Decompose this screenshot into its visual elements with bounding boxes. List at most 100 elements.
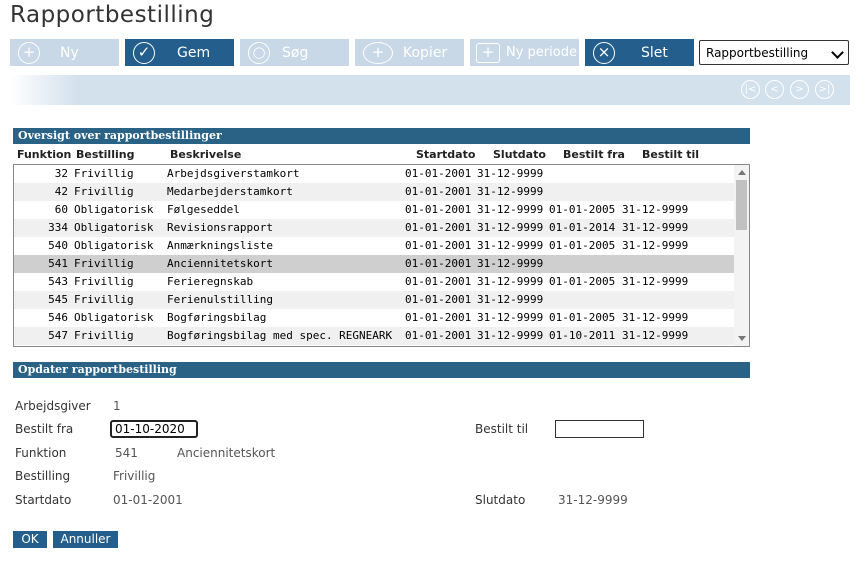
update-form-header: Opdater rapportbestilling bbox=[13, 362, 750, 378]
scroll-thumb[interactable] bbox=[736, 180, 747, 230]
ok-button[interactable]: OK bbox=[13, 531, 47, 548]
cell-bestilt-fra: 01-01-2005 bbox=[549, 275, 616, 288]
delete-icon: × bbox=[593, 41, 615, 64]
cell-beskrivelse: Bogføringsbilag bbox=[167, 311, 267, 324]
scroll-down-icon[interactable] bbox=[738, 336, 746, 341]
cell-bestilling: Frivillig bbox=[74, 329, 134, 342]
cell-bestilt-til: 31-12-9999 bbox=[622, 275, 689, 288]
startdato-value: 01-01-2001 bbox=[113, 493, 183, 507]
table-row[interactable]: 334 Obligatorisk Revisionsrapport 01-01-200… bbox=[14, 219, 734, 237]
cell-funktion: 543 bbox=[48, 275, 68, 288]
funktion-value: 541 bbox=[115, 446, 138, 460]
table-row[interactable]: 42 Frivillig Medarbejderstamkort 01-01-2001… bbox=[14, 183, 734, 201]
cell-funktion: 540 bbox=[48, 239, 68, 252]
cell-beskrivelse: Følgeseddel bbox=[167, 203, 240, 216]
cell-funktion: 60 bbox=[54, 203, 68, 216]
cell-slutdato: 31-12-9999 bbox=[477, 185, 544, 198]
arbejdsgiver-label: Arbejdsgiver bbox=[15, 399, 91, 413]
next-record-icon[interactable]: > bbox=[790, 80, 809, 99]
new-period-button[interactable]: + Ny periode bbox=[470, 39, 579, 66]
record-navigation-bar: |< < > >| bbox=[10, 75, 850, 105]
new-period-icon: + bbox=[476, 42, 500, 63]
bestilt-fra-label: Bestilt fra bbox=[15, 422, 74, 436]
cell-funktion: 546 bbox=[48, 311, 68, 324]
toolbar: + Ny ✓ Gem ○ Søg + Kopier + Ny periode ×… bbox=[10, 39, 850, 66]
table-row[interactable]: 540 Obligatorisk Anmærkningsliste 01-01-200… bbox=[14, 237, 734, 255]
new-button[interactable]: + Ny bbox=[10, 39, 119, 66]
table-row[interactable]: 541 Frivillig Anciennitetskort 01-01-2001 31… bbox=[14, 255, 734, 273]
arbejdsgiver-value: 1 bbox=[113, 399, 121, 413]
column-header-funktion: Funktion bbox=[17, 148, 72, 161]
cell-beskrivelse: Anciennitetskort bbox=[167, 257, 273, 270]
new-period-button-label: Ny periode bbox=[506, 45, 577, 60]
first-record-icon[interactable]: |< bbox=[741, 80, 760, 99]
cell-slutdato: 31-12-9999 bbox=[477, 167, 544, 180]
cell-bestilt-til: 31-12-9999 bbox=[622, 239, 689, 252]
table-row[interactable]: 543 Frivillig Ferieregnskab 01-01-2001 31-12… bbox=[14, 273, 734, 291]
cell-funktion: 545 bbox=[48, 293, 68, 306]
table-row[interactable]: 547 Frivillig Bogføringsbilag med spec. RE… bbox=[14, 327, 734, 345]
bestilt-til-label: Bestilt til bbox=[475, 422, 529, 436]
bestilling-label: Bestilling bbox=[15, 469, 71, 483]
table-row[interactable]: 32 Frivillig Arbejdsgiverstamkort 01-01-200… bbox=[14, 165, 734, 183]
cell-slutdato: 31-12-9999 bbox=[477, 311, 544, 324]
report-order-list[interactable]: 547 Frivillig Bogføringsbilag med spec. RE… bbox=[13, 164, 750, 347]
cell-slutdato: 31-12-9999 bbox=[477, 221, 544, 234]
column-header-bestilt-fra: Bestilt fra bbox=[563, 148, 625, 161]
copy-button-label: Kopier bbox=[403, 44, 448, 61]
cell-funktion: 32 bbox=[54, 167, 68, 180]
cell-startdato: 01-01-2001 bbox=[405, 221, 472, 234]
chevron-down-icon bbox=[831, 46, 844, 59]
cell-startdato: 01-01-2001 bbox=[405, 203, 472, 216]
slutdato-value: 31-12-9999 bbox=[558, 493, 628, 507]
table-row[interactable]: 545 Frivillig Ferienulstilling 01-01-2001 31… bbox=[14, 291, 734, 309]
cell-slutdato: 31-12-9999 bbox=[477, 275, 544, 288]
bestilt-til-input[interactable] bbox=[555, 420, 644, 438]
cell-bestilling: Frivillig bbox=[74, 185, 134, 198]
copy-button[interactable]: + Kopier bbox=[355, 39, 464, 66]
cell-slutdato: 31-12-9999 bbox=[477, 257, 544, 270]
cell-slutdato: 31-12-9999 bbox=[477, 293, 544, 306]
cell-bestilt-til: 31-12-9999 bbox=[622, 311, 689, 324]
cell-bestilling: Obligatorisk bbox=[74, 203, 154, 216]
search-icon: ○ bbox=[248, 41, 270, 64]
cell-beskrivelse: Medarbejderstamkort bbox=[167, 185, 293, 198]
list-scrollbar[interactable] bbox=[734, 165, 749, 346]
table-row[interactable]: 546 Obligatorisk Bogføringsbilag 01-01-2001… bbox=[14, 309, 734, 327]
cell-startdato: 01-01-2001 bbox=[405, 167, 472, 180]
check-icon: ✓ bbox=[133, 41, 155, 64]
column-header-bestilling: Bestilling bbox=[76, 148, 135, 161]
previous-record-icon[interactable]: < bbox=[765, 80, 784, 99]
save-button[interactable]: ✓ Gem bbox=[125, 39, 234, 66]
cell-startdato: 01-01-2001 bbox=[405, 293, 472, 306]
cell-bestilt-fra: 01-10-2011 bbox=[549, 329, 616, 342]
cell-funktion: 541 bbox=[48, 257, 68, 270]
cell-bestilling: Obligatorisk bbox=[74, 221, 154, 234]
report-type-select-value: Rapportbestilling bbox=[706, 45, 809, 60]
funktion-description: Anciennitetskort bbox=[177, 446, 276, 460]
cancel-button[interactable]: Annuller bbox=[53, 531, 118, 548]
scroll-up-icon[interactable] bbox=[738, 170, 746, 175]
cell-bestilt-til: 31-12-9999 bbox=[622, 203, 689, 216]
cell-funktion: 42 bbox=[54, 185, 68, 198]
cell-beskrivelse: Revisionsrapport bbox=[167, 221, 273, 234]
search-button-label: Søg bbox=[282, 44, 309, 61]
page-title: Rapportbestilling bbox=[10, 2, 215, 28]
cell-beskrivelse: Arbejdsgiverstamkort bbox=[167, 167, 300, 180]
delete-button[interactable]: × Slet bbox=[585, 39, 694, 66]
cell-bestilling: Obligatorisk bbox=[74, 311, 154, 324]
bestilt-fra-input[interactable]: 01-10-2020 bbox=[110, 420, 198, 438]
search-button[interactable]: ○ Søg bbox=[240, 39, 349, 66]
cell-bestilt-fra: 01-01-2005 bbox=[549, 203, 616, 216]
cell-slutdato: 31-12-9999 bbox=[477, 203, 544, 216]
cell-funktion: 547 bbox=[48, 329, 68, 342]
cell-startdato: 01-01-2001 bbox=[405, 329, 472, 342]
column-header-bestilt-til: Bestilt til bbox=[642, 148, 700, 161]
cell-bestilling: Frivillig bbox=[74, 257, 134, 270]
startdato-label: Startdato bbox=[15, 493, 72, 507]
table-row[interactable]: 60 Obligatorisk Følgeseddel 01-01-2001 31-12… bbox=[14, 201, 734, 219]
report-type-select[interactable]: Rapportbestilling bbox=[699, 40, 849, 65]
last-record-icon[interactable]: >| bbox=[815, 80, 834, 99]
plus-icon: + bbox=[18, 41, 40, 64]
cell-beskrivelse: Anmærkningsliste bbox=[167, 239, 273, 252]
